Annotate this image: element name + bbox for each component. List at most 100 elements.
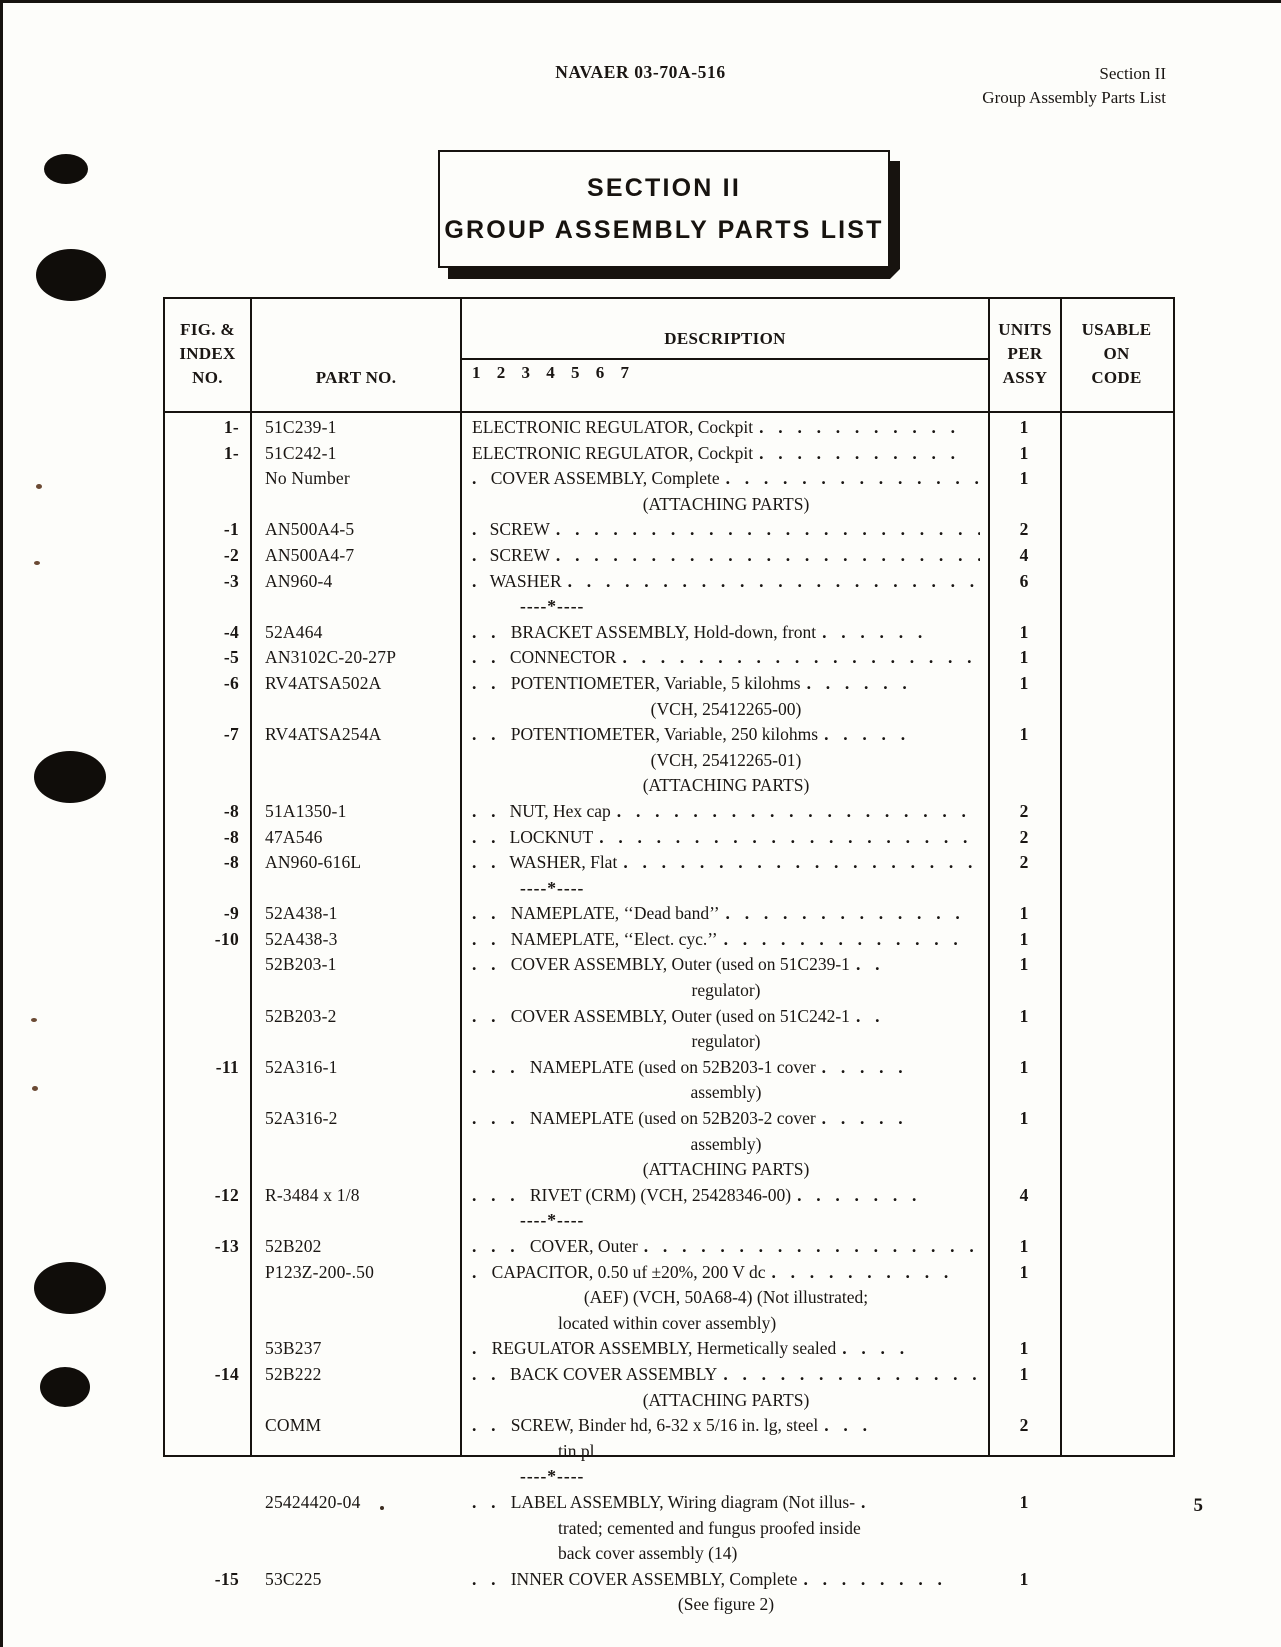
leader-dots: . . . . . . . . (803, 1568, 948, 1589)
table-row: P123Z-200-.50. CAPACITOR, 0.50 uf ±20%, 2… (165, 1262, 1173, 1288)
indent-dots: . (472, 1338, 482, 1359)
description-subheader-rule (462, 358, 988, 360)
cell-units-per-assy: 1 (1019, 1236, 1029, 1256)
table-row: ----*---- (165, 1210, 1173, 1236)
cell-description: . . POTENTIOMETER, Variable, 5 kilohms. .… (472, 673, 980, 694)
description-text: LABEL ASSEMBLY, Wiring diagram (Not illu… (510, 1491, 856, 1512)
description-text: COVER ASSEMBLY, Outer (used on 51C242-1 (510, 1005, 850, 1026)
cell-part-no: AN960-4 (265, 570, 333, 591)
indent-dots: . . (472, 903, 501, 924)
cell-description: . . SCREW, Binder hd, 6-32 x 5/16 in. lg,… (472, 1415, 980, 1436)
cell-description: located within cover assembly) (472, 1313, 1066, 1334)
table-row: -2 AN500A4-7. SCREW. . . . . . . . . . . .… (165, 545, 1173, 571)
description-text: NAMEPLATE (used on 52B203-2 cover (529, 1108, 816, 1129)
table-header-rule (165, 411, 1173, 413)
leader-dots: . . . . . . . . . . . . . . . . . . . . … (567, 570, 980, 591)
description-text: COVER ASSEMBLY, Complete (490, 468, 720, 489)
group-assembly-parts-table: FIG. & INDEX NO. PART NO. DESCRIPTION 1 … (163, 297, 1175, 1614)
description-text: (VCH, 25412265-00) (650, 698, 802, 719)
cell-part-no: 53C225 (265, 1568, 322, 1589)
scan-speck (36, 484, 42, 489)
cell-units-per-assy: 1 (1019, 417, 1029, 437)
cell-description: . . COVER ASSEMBLY, Outer (used on 51C242… (472, 1006, 980, 1027)
cell-units-per-assy: 1 (1019, 1491, 1029, 1512)
header-description: DESCRIPTION (664, 329, 786, 348)
indent-dots: . (472, 544, 482, 565)
table-header-band: FIG. & INDEX NO. PART NO. DESCRIPTION 1 … (165, 299, 1173, 411)
table-row: -12 R-3484 x 1/8 . . . RIVET (CRM) (VCH, 25… (165, 1185, 1173, 1211)
leader-dots: . . . . (842, 1338, 910, 1359)
header-fig-line-1: FIG. & (180, 320, 235, 339)
scan-speck (34, 561, 40, 565)
cell-description: . COVER ASSEMBLY, Complete. . . . . . . .… (472, 468, 980, 489)
cell-units-per-assy: 1 (1019, 468, 1029, 489)
table-row: 52B203-2. . COVER ASSEMBLY, Outer (used o… (165, 1006, 1173, 1032)
table-row: -8 AN960-616L . . WASHER, Flat. . . . . . .… (165, 852, 1173, 878)
indent-dots: . . (472, 724, 501, 745)
cell-fig-index-no: -13 (214, 1236, 239, 1256)
cell-part-no: 52B202 (265, 1236, 322, 1256)
leader-dots: . . . . . . . . . . . . . . . . . . . . … (622, 647, 980, 668)
cell-part-no: 52B222 (265, 1363, 322, 1384)
cell-units-per-assy: 2 (1019, 519, 1029, 540)
cell-part-no: AN960-616L (265, 852, 362, 873)
cell-part-no: 25424420-04 (265, 1491, 361, 1512)
cell-fig-index-no: -6 (223, 672, 239, 693)
cell-description: . . NAMEPLATE, ‘‘Elect. cyc.’’. . . . . .… (472, 929, 980, 950)
description-text: (ATTACHING PARTS) (642, 1389, 810, 1410)
section-title-plaque: SECTION II GROUP ASSEMBLY PARTS LIST (438, 150, 900, 279)
cell-part-no: 51A1350-1 (265, 800, 347, 821)
table-row: -1 AN500A4-5. SCREW. . . . . . . . . . . .… (165, 519, 1173, 545)
indent-dots: . . (472, 928, 501, 949)
indent-dots: . . . (472, 1056, 520, 1077)
table-row: 1- 51C242-1 ELECTRONIC REGULATOR, Cockpit.… (165, 443, 1173, 469)
cell-part-no: R-3484 x 1/8 (265, 1184, 360, 1205)
leader-dots: . . . . . . . . . . (771, 1261, 954, 1282)
cell-description: regulator) (472, 980, 980, 1001)
indent-dots: . . (472, 672, 501, 693)
cell-description: trated; cemented and fungus proofed insi… (472, 1518, 1066, 1539)
cell-fig-index-no: -8 (223, 852, 239, 873)
table-row: -14 52B222 . . BACK COVER ASSEMBLY. . . . .… (165, 1364, 1173, 1390)
cell-units-per-assy: 1 (1019, 442, 1029, 463)
indent-dots: . . (472, 852, 501, 873)
plaque-box: SECTION II GROUP ASSEMBLY PARTS LIST (438, 150, 890, 268)
indent-dots: . . (472, 1415, 501, 1436)
section-header-right: Section II Group Assembly Parts List (982, 62, 1166, 110)
table-row: (ATTACHING PARTS) (165, 1390, 1173, 1416)
header-fig-index-no: FIG. & INDEX NO. (165, 318, 250, 390)
leader-dots: . . . . . (821, 1056, 908, 1077)
cell-description: . . LABEL ASSEMBLY, Wiring diagram (Not i… (472, 1492, 980, 1513)
plaque-title-line-2: GROUP ASSEMBLY PARTS LIST (444, 215, 884, 244)
cell-description: . . . NAMEPLATE (used on 52B203-2 cover. … (472, 1108, 980, 1129)
description-text: (AEF) (VCH, 50A68-4) (Not illustrated; (583, 1287, 869, 1308)
table-row: back cover assembly (14) (165, 1543, 1173, 1569)
cell-description: . . NAMEPLATE, ‘‘Dead band’’. . . . . . .… (472, 903, 980, 924)
cell-part-no: RV4ATSA254A (265, 724, 382, 745)
cell-fig-index-no: -1 (223, 519, 239, 540)
leader-dots: . . . . . . . . . . . . . . . . . . . . … (623, 852, 980, 873)
cell-description: . WASHER. . . . . . . . . . . . . . . . .… (472, 571, 980, 592)
cell-part-no: 52A316-1 (265, 1056, 338, 1077)
table-row: assembly) (165, 1134, 1173, 1160)
table-row: 53B237. REGULATOR ASSEMBLY, Hermetically … (165, 1338, 1173, 1364)
indent-dots: . . . (472, 1184, 520, 1205)
cell-units-per-assy: 1 (1019, 1363, 1029, 1384)
cell-description: (ATTACHING PARTS) (472, 1159, 980, 1180)
table-row: (ATTACHING PARTS) (165, 775, 1173, 801)
hole-punch-mark (40, 1367, 90, 1407)
description-text: (VCH, 25412265-01) (650, 749, 802, 770)
cell-description: . . NUT, Hex cap. . . . . . . . . . . . .… (472, 801, 980, 822)
header-units-per-assy: UNITS PER ASSY (990, 318, 1060, 390)
table-row: -9 52A438-1 . . NAMEPLATE, ‘‘Dead band’’. .… (165, 903, 1173, 929)
cell-description: . SCREW. . . . . . . . . . . . . . . . . … (472, 519, 980, 540)
cell-units-per-assy: 6 (1019, 570, 1029, 591)
cell-description: (ATTACHING PARTS) (472, 775, 980, 796)
description-text: ELECTRONIC REGULATOR, Cockpit (472, 442, 754, 463)
cell-description: (See figure 2) (472, 1594, 980, 1615)
cell-description: (AEF) (VCH, 50A68-4) (Not illustrated; (472, 1287, 980, 1308)
description-text: INNER COVER ASSEMBLY, Complete (510, 1568, 798, 1589)
table-row: (See figure 2) (165, 1594, 1173, 1620)
section-subtitle: Group Assembly Parts List (982, 88, 1166, 107)
parts-rows: 1- 51C239-1 ELECTRONIC REGULATOR, Cockpit.… (165, 417, 1173, 1620)
